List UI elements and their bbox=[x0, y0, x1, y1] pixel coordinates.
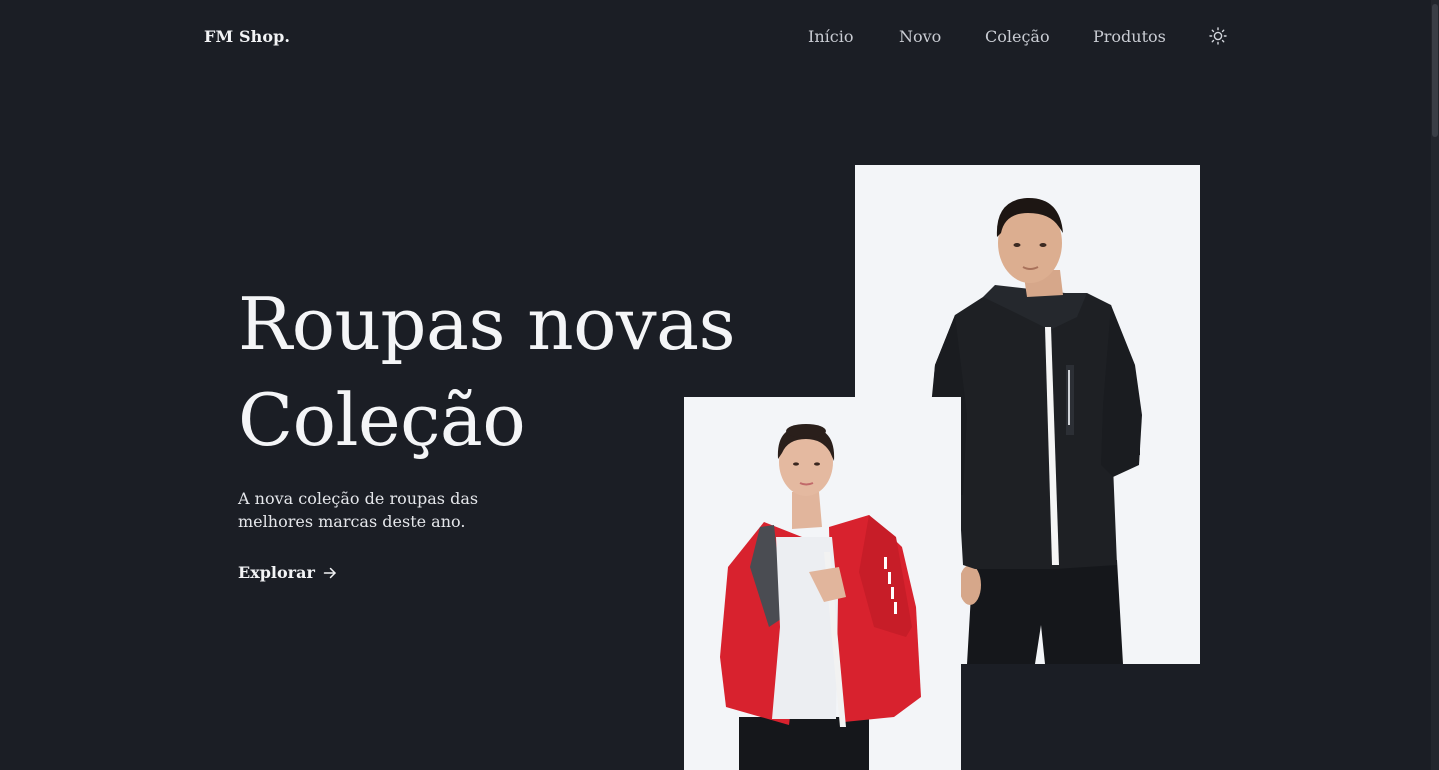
hero-title-line-2: Coleção bbox=[238, 378, 526, 462]
scrollbar-thumb[interactable] bbox=[1432, 4, 1438, 137]
page-scrollbar[interactable] bbox=[1431, 0, 1439, 770]
arrow-right-icon bbox=[323, 567, 336, 578]
nav-item-inicio[interactable]: Início bbox=[808, 27, 853, 46]
hero-title: Roupas novas Coleção bbox=[238, 276, 736, 468]
nav-item-novo[interactable]: Novo bbox=[899, 27, 941, 46]
hero-title-line-1: Roupas novas bbox=[238, 282, 736, 366]
sun-icon bbox=[1209, 27, 1227, 45]
woman-red-jacket-image bbox=[684, 397, 961, 770]
theme-toggle-button[interactable] bbox=[1209, 27, 1227, 45]
top-navigation: FM Shop. Início Novo Coleção Produtos bbox=[0, 0, 1439, 76]
explore-button[interactable]: Explorar bbox=[238, 563, 337, 582]
explore-label: Explorar bbox=[238, 563, 315, 582]
nav-item-produtos[interactable]: Produtos bbox=[1093, 27, 1166, 46]
hero-description: A nova coleção de roupas das melhores ma… bbox=[238, 489, 479, 531]
nav-item-colecao[interactable]: Coleção bbox=[985, 27, 1050, 46]
